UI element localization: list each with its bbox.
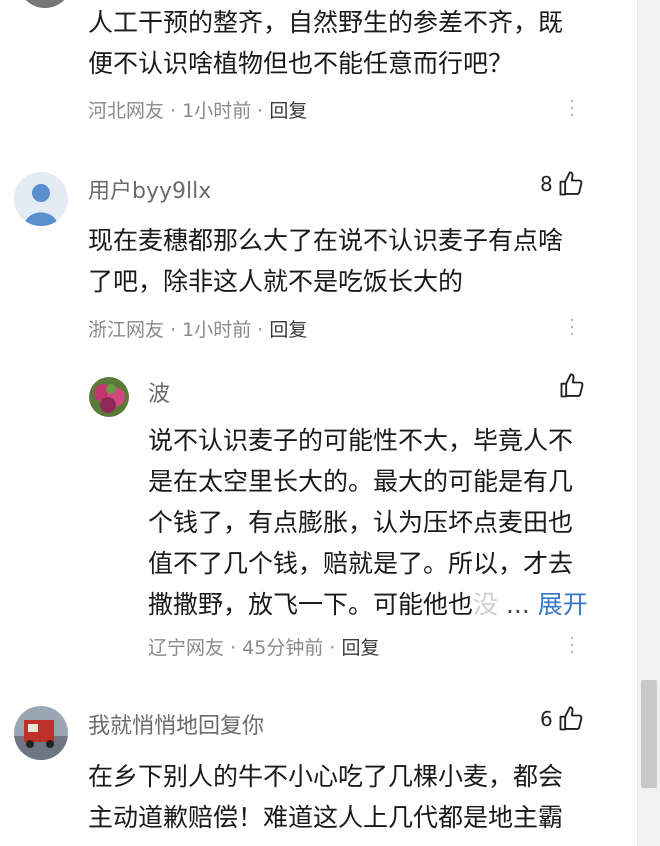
content-line: 在乡下别人的牛不小心吃了几棵小麦，都会 [88,762,564,791]
location: 辽宁网友 [148,637,225,659]
like-count: 6 [540,707,553,731]
comment-content: 现在麦穗都那么大了在说不认识麦子有点啥 了吧，除非这人就不是吃饭长大的 [88,220,563,302]
comment-content: 说不认识麦子的可能性不大，毕竟人不 是在太空里长大的。最大的可能是有几 个钱了，… [148,420,588,625]
thumbs-up-icon [559,171,583,196]
content-line: 人工干预的整齐，自然野生的参差不齐，既 [88,8,564,37]
thumbs-up-icon [560,373,584,398]
separator: · [257,100,264,122]
content-line: 了吧，除非这人就不是吃饭长大的 [88,267,464,296]
username[interactable]: 用户byy9llx [88,173,211,205]
more-vertical-icon[interactable]: · · · [569,312,575,344]
reply-button[interactable]: 回复 [341,637,379,659]
location: 河北网友 [88,100,165,122]
scrollbar-thumb[interactable] [641,680,657,788]
separator: · [170,100,177,122]
like-button[interactable]: 8 [540,170,585,198]
reply-button[interactable]: 回复 [269,100,307,122]
content-line: 撒撒野，放飞一下。可能他也没 ... 展开 [148,584,588,625]
more-vertical-icon[interactable]: · · · [569,630,575,662]
comment-content: 在乡下别人的牛不小心吃了几棵小麦，都会 主动道歉赔偿！难道这人上几代都是地主霸 [88,756,563,838]
faded-char: 没 [473,590,499,619]
like-button[interactable]: 6 [540,705,585,733]
ellipsis: ... [505,590,530,619]
content-line: 现在麦穗都那么大了在说不认识麦子有点啥 [88,226,564,255]
expand-link[interactable]: 展开 [538,590,588,619]
location: 浙江网友 [88,319,165,341]
separator: · [257,319,264,341]
content-line: 主动道歉赔偿！难道这人上几代都是地主霸 [88,803,564,832]
content-line: 值不了几个钱，赔就是了。所以，才去 [148,549,574,578]
username[interactable]: 我就悄悄地回复你 [88,708,264,740]
content-line: 个钱了，有点膨胀，认为压坏点麦田也 [148,508,574,537]
comment-content: 人工干预的整齐，自然野生的参差不齐，既 便不认识啥植物但也不能任意而行吧？ [88,2,563,84]
content-line: 便不认识啥植物但也不能任意而行吧？ [88,49,514,78]
comment-meta: 辽宁网友 · 45分钟前 · 回复 [148,633,380,660]
timestamp: 1小时前 [182,100,252,122]
truncated-text: 撒撒野，放飞一下。可能他也 [148,590,474,619]
scrollbar-track[interactable] [637,0,660,846]
reply-button[interactable]: 回复 [269,319,307,341]
avatar[interactable] [89,377,129,417]
like-button[interactable] [558,372,586,400]
like-count: 8 [540,172,553,196]
comment-meta: 浙江网友 · 1小时前 · 回复 [88,315,307,342]
separator: · [170,319,177,341]
username[interactable]: 波 [148,376,170,408]
content-line: 说不认识麦子的可能性不大，毕竟人不 [148,426,574,455]
timestamp: 1小时前 [182,319,252,341]
default-avatar-icon[interactable] [14,172,68,226]
separator: · [230,637,237,659]
thumbs-up-icon [559,706,583,731]
avatar[interactable] [18,0,72,8]
separator: · [329,637,336,659]
timestamp: 45分钟前 [242,637,324,659]
comment-meta: 河北网友 · 1小时前 · 回复 [88,96,307,123]
avatar[interactable] [14,706,68,760]
content-line: 是在太空里长大的。最大的可能是有几 [148,467,574,496]
more-vertical-icon[interactable]: · · · [569,93,575,125]
